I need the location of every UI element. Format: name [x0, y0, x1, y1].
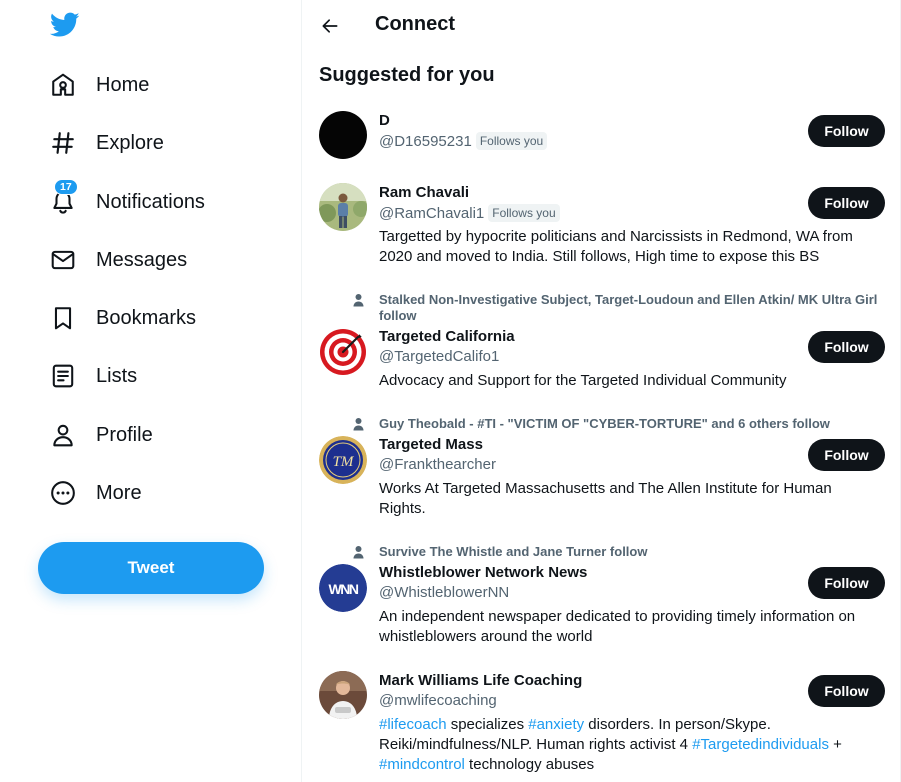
- suggestion-card[interactable]: Survive The Whistle and Jane Turner foll…: [302, 542, 901, 652]
- user-name[interactable]: Mark Williams Life Coaching: [379, 672, 582, 689]
- hashtag-icon: [50, 130, 76, 156]
- hashtag-link[interactable]: #anxiety: [528, 716, 584, 733]
- follows-you-badge: Follows you: [475, 132, 548, 150]
- follows-you-badge: Follows you: [488, 204, 560, 222]
- nav-notifications[interactable]: 17 Notifications: [38, 179, 217, 225]
- user-name[interactable]: D: [379, 112, 390, 129]
- user-handle-row: @Frankthearcher: [379, 456, 496, 473]
- suggestion-card[interactable]: Stalked Non-Investigative Subject, Targe…: [302, 290, 901, 400]
- page-header: Connect: [302, 0, 901, 52]
- back-button[interactable]: [316, 12, 344, 40]
- bell-icon: 17: [50, 179, 78, 215]
- section-title: Suggested for you: [319, 64, 495, 86]
- follow-button[interactable]: Follow: [808, 115, 885, 147]
- social-context-text: Guy Theobald - #TI - "VICTIM OF "CYBER-T…: [379, 416, 830, 431]
- follow-button[interactable]: Follow: [808, 187, 885, 219]
- bio-text: +: [828, 736, 842, 753]
- social-context: Stalked Non-Investigative Subject, Targe…: [353, 292, 889, 324]
- user-bio: #lifecoach specializes #anxiety disorder…: [379, 715, 879, 775]
- nav-bookmarks-label: Bookmarks: [96, 306, 197, 329]
- social-context: Guy Theobald - #TI - "VICTIM OF "CYBER-T…: [353, 416, 889, 432]
- nav-explore[interactable]: Explore: [38, 120, 176, 166]
- user-handle: @Frankthearcher: [379, 456, 496, 473]
- home-icon: [50, 72, 76, 98]
- user-handle: @RamChavali1: [379, 204, 485, 222]
- nav-messages[interactable]: Messages: [38, 237, 199, 283]
- nav-home[interactable]: Home: [38, 62, 161, 108]
- suggestion-card[interactable]: Mark Williams Life Coaching @mwlifecoach…: [302, 660, 901, 782]
- outdoor-photo-avatar[interactable]: [319, 183, 367, 231]
- follow-button[interactable]: Follow: [808, 331, 885, 363]
- user-name[interactable]: Targeted Mass: [379, 436, 483, 453]
- person-small-icon: [353, 418, 364, 431]
- wnn-logo-avatar[interactable]: WNN: [319, 564, 367, 612]
- social-context-text: Survive The Whistle and Jane Turner foll…: [379, 544, 648, 559]
- nav-more-label: More: [96, 481, 142, 504]
- suggestion-card[interactable]: D @D16595231 Follows you Follow: [302, 100, 901, 170]
- more-circle-icon: [50, 480, 76, 506]
- user-name[interactable]: Targeted California: [379, 328, 515, 345]
- list-icon: [50, 363, 76, 389]
- user-handle: @D16595231: [379, 132, 472, 150]
- nav-more[interactable]: More: [38, 470, 154, 516]
- nav-messages-label: Messages: [96, 248, 188, 271]
- sidebar: Home Explore 17 Notifications Messages B…: [0, 0, 301, 782]
- nav-home-label: Home: [96, 73, 150, 96]
- user-handle-row: @mwlifecoaching: [379, 692, 497, 709]
- person-photo-avatar[interactable]: [319, 671, 367, 719]
- black-circle-avatar[interactable]: [319, 111, 367, 159]
- user-handle-row: @RamChavali1 Follows you: [379, 204, 560, 222]
- nav-bookmarks[interactable]: Bookmarks: [38, 295, 208, 341]
- user-handle: @TargetedCalifo1: [379, 348, 500, 365]
- user-handle: @mwlifecoaching: [379, 692, 497, 709]
- connect-column: Connect Suggested for you D @D16595231 F…: [301, 0, 901, 782]
- user-handle-row: @TargetedCalifo1: [379, 348, 499, 365]
- nav-profile-label: Profile: [96, 423, 153, 446]
- suggestion-card[interactable]: Guy Theobald - #TI - "VICTIM OF "CYBER-T…: [302, 414, 901, 524]
- nav-lists-label: Lists: [96, 364, 138, 387]
- follow-button[interactable]: Follow: [808, 439, 885, 471]
- suggestion-card[interactable]: Ram Chavali @RamChavali1 Follows you Tar…: [302, 172, 901, 272]
- envelope-icon: [50, 247, 76, 273]
- user-bio: Targetted by hypocrite politicians and N…: [379, 228, 853, 265]
- bio-text: specializes: [446, 716, 529, 733]
- arrow-left-icon: [322, 19, 338, 33]
- user-name[interactable]: Ram Chavali: [379, 184, 469, 201]
- twitter-logo-icon[interactable]: [49, 12, 80, 38]
- bio-text: technology abuses: [464, 756, 595, 773]
- hashtag-link[interactable]: #Targetedindividuals: [692, 736, 829, 753]
- user-name[interactable]: Whistleblower Network News: [379, 564, 587, 581]
- tweet-button[interactable]: Tweet: [38, 542, 264, 594]
- target-logo-avatar[interactable]: [319, 328, 367, 376]
- user-handle-row: @D16595231 Follows you: [379, 132, 548, 150]
- nav-explore-label: Explore: [96, 131, 164, 154]
- tm-seal-text: TM: [333, 454, 355, 470]
- page-title: Connect: [375, 13, 455, 35]
- nav-notifications-label: Notifications: [96, 190, 205, 213]
- nav-profile[interactable]: Profile: [38, 412, 165, 458]
- tm-seal-avatar[interactable]: TM: [319, 436, 367, 484]
- person-small-icon: [353, 546, 364, 559]
- follow-button[interactable]: Follow: [808, 675, 885, 707]
- user-handle-row: @WhistleblowerNN: [379, 584, 509, 601]
- person-small-icon: [353, 294, 364, 307]
- nav-lists[interactable]: Lists: [38, 353, 149, 399]
- user-bio: An independent newspaper dedicated to pr…: [379, 608, 856, 645]
- wnn-logo-text: WNN: [329, 581, 359, 597]
- follow-button[interactable]: Follow: [808, 567, 885, 599]
- user-bio: Advocacy and Support for the Targeted In…: [379, 372, 787, 389]
- social-context-text: Stalked Non-Investigative Subject, Targe…: [379, 292, 878, 323]
- hashtag-link[interactable]: #lifecoach: [379, 716, 447, 733]
- social-context: Survive The Whistle and Jane Turner foll…: [353, 544, 889, 560]
- user-bio: Works At Targeted Massachusetts and The …: [379, 480, 832, 517]
- notification-badge: 17: [54, 179, 78, 195]
- user-handle: @WhistleblowerNN: [379, 584, 510, 601]
- bookmark-icon: [50, 305, 76, 331]
- hashtag-link[interactable]: #mindcontrol: [379, 756, 465, 773]
- person-icon: [50, 422, 76, 448]
